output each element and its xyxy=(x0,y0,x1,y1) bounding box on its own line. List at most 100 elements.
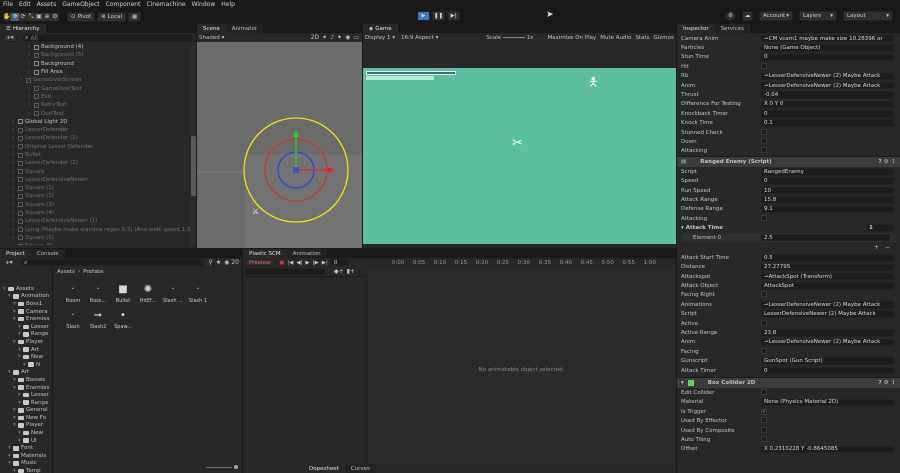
component-menu-icon[interactable]: ? ⚙ ⋮ xyxy=(879,380,896,386)
field-value[interactable]: 0 xyxy=(761,110,894,118)
hierarchy-item[interactable]: › Bullet xyxy=(0,151,196,159)
field-value[interactable]: RangedEnemy xyxy=(761,168,894,176)
tab-game[interactable]: ◈ Game xyxy=(363,24,398,33)
scene-viewport[interactable]: ⚔ xyxy=(197,42,362,248)
folder-item[interactable]: ▾ General xyxy=(0,407,52,415)
asset-item[interactable]: · Boom xyxy=(61,280,85,305)
hierarchy-item[interactable]: › GameOverText xyxy=(0,84,196,92)
folder-item[interactable]: ▾ New Fo xyxy=(0,414,52,422)
create-asset-button[interactable]: +▾ xyxy=(3,259,15,266)
field-value[interactable]: 10 xyxy=(761,186,894,195)
asset-item[interactable]: · Slash ... xyxy=(161,280,185,305)
collab-icon[interactable]: ⚙ xyxy=(725,11,736,21)
folder-item[interactable]: ▾ N xyxy=(0,361,52,369)
field-value[interactable]: AttackSpot xyxy=(761,282,894,290)
add-element-icon[interactable]: + xyxy=(874,244,879,251)
hierarchy-item[interactable]: › GameOverScreen xyxy=(0,76,196,84)
field-value[interactable]: 27.27795 xyxy=(761,263,894,272)
record-icon[interactable]: ● xyxy=(279,260,284,266)
play-button[interactable]: ▶ xyxy=(417,11,430,21)
field-value[interactable]: ⊸CM vcam1 maybe make size 10.28396 or xyxy=(761,34,894,43)
checkbox[interactable] xyxy=(761,214,767,221)
element-0-value[interactable]: 2.5 xyxy=(761,233,890,242)
display-dropdown[interactable]: Display 1 ▾ xyxy=(365,35,395,41)
add-object-button[interactable]: +▾ xyxy=(3,34,17,42)
clip-dropdown[interactable] xyxy=(245,268,325,275)
field-value[interactable]: X 0.2310228 Y -0.8645085 xyxy=(761,445,894,454)
hand-tool-icon[interactable]: ✋ xyxy=(3,13,11,21)
checkbox[interactable] xyxy=(761,388,767,395)
hierarchy-item[interactable]: › Exit xyxy=(0,93,196,101)
timeline-ruler[interactable]: 0:00 0:05 0:10 0:15 0:20 0:25 0:30 0:35 0:40 0:45… xyxy=(392,260,676,266)
menu-item-component[interactable]: Component xyxy=(106,1,141,8)
last-key-icon[interactable]: ▶| xyxy=(322,260,328,266)
hierarchy-item[interactable]: › LesserDefender (2) xyxy=(0,159,196,167)
checkbox[interactable] xyxy=(761,291,767,298)
rotate-tool-icon[interactable]: ⟳ xyxy=(19,13,27,21)
tab-dopesheet[interactable]: Dopesheet xyxy=(303,464,345,473)
checkbox[interactable] xyxy=(761,319,767,326)
next-key-icon[interactable]: |▶ xyxy=(313,260,319,266)
hierarchy-item[interactable]: › LesserDefender (1) xyxy=(0,134,196,142)
hierarchy-item[interactable]: › Original Lesser Defender xyxy=(0,143,196,151)
folder-item[interactable]: ▾ Materials xyxy=(0,452,52,460)
center-handle[interactable] xyxy=(293,167,299,173)
tab-inspector-0[interactable]: Inspector xyxy=(677,24,715,33)
folder-item[interactable]: ▾ Lesser xyxy=(0,391,52,399)
scale-tool-icon[interactable]: ⤡ xyxy=(27,13,35,21)
game-option-3[interactable]: Gizmos xyxy=(653,35,673,41)
hierarchy-item[interactable]: › LesserDefender xyxy=(0,126,196,134)
field-value[interactable]: ⊸LesserDefensiveNewer (2) Maybe Attack xyxy=(761,338,894,347)
transform-tool-icon[interactable]: ⊕ xyxy=(43,13,51,21)
checkbox[interactable] xyxy=(761,347,767,354)
camera-icon[interactable]: ▭ xyxy=(353,34,359,41)
folder-item[interactable]: ▾ Enemies xyxy=(0,315,52,323)
2d-toggle-icon[interactable]: 2D xyxy=(311,34,319,41)
folder-item[interactable]: ▾ Range xyxy=(0,399,52,407)
hierarchy-item[interactable]: › QuitText xyxy=(0,109,196,117)
component-enabled-checkbox[interactable] xyxy=(690,159,697,166)
lighting-icon[interactable]: ✶ xyxy=(322,34,327,41)
hierarchy-item[interactable]: › LesserDefensiveNewer xyxy=(0,176,196,184)
folder-item[interactable]: ▾ Player xyxy=(0,422,52,430)
checkbox[interactable] xyxy=(761,147,767,154)
field-value[interactable]: X 0 Y 0 xyxy=(761,100,894,109)
tab-project-0[interactable]: Project xyxy=(0,249,31,258)
field-value[interactable]: ⊸LesserDefensiveNewer (2) Maybe Attack xyxy=(761,81,894,90)
hierarchy-item[interactable]: › LesserDefensiveNewer (1) xyxy=(0,217,196,225)
preview-button[interactable]: Preview xyxy=(245,259,275,266)
shading-dropdown[interactable]: Shaded ▾ xyxy=(199,35,224,41)
menu-item-help[interactable]: Help xyxy=(221,1,235,8)
asset-item[interactable]: ➞ Slash2 xyxy=(86,306,110,331)
folder-item[interactable]: ▾ New xyxy=(0,353,52,361)
hierarchy-item[interactable]: › Background (5) xyxy=(0,51,196,59)
hierarchy-item[interactable]: › RetryText xyxy=(0,101,196,109)
hierarchy-search-input[interactable]: ⌕ All xyxy=(22,34,193,42)
move-tool-icon[interactable]: ✥ xyxy=(11,12,19,21)
breadcrumb-prefabs[interactable]: Prefabs xyxy=(83,269,103,275)
zoom-slider[interactable] xyxy=(206,465,238,469)
field-value[interactable]: 9.1 xyxy=(761,205,894,214)
play-anim-icon[interactable]: ▶ xyxy=(305,260,309,266)
hierarchy-item[interactable]: › Square (4) xyxy=(0,209,196,217)
aspect-dropdown[interactable]: 16:9 Aspect ▾ xyxy=(401,35,438,41)
field-value[interactable]: None (Game Object) xyxy=(761,44,894,52)
hierarchy-item[interactable]: › Square (3) xyxy=(0,201,196,209)
checkbox[interactable] xyxy=(761,426,767,433)
add-key-icon[interactable]: ◆+ xyxy=(334,268,344,275)
prev-key-icon[interactable]: ◀| xyxy=(296,260,302,266)
breadcrumb-assets[interactable]: Assets xyxy=(57,269,75,275)
layout-dropdown[interactable]: Layout ▾ xyxy=(843,11,893,21)
box-collider-header[interactable]: ▾ Box Collider 2D ? ⚙ ⋮ xyxy=(677,377,900,389)
project-search-input[interactable]: ⌕ xyxy=(21,259,205,266)
scale-slider[interactable] xyxy=(502,37,525,38)
component-menu-icon[interactable]: ? ⚙ ⋮ xyxy=(879,159,896,165)
hidden-objects-icon[interactable]: ◉ xyxy=(345,34,350,41)
hierarchy-item[interactable]: › Background (4) xyxy=(0,43,196,51)
attack-time-size-value[interactable]: 1 xyxy=(866,224,894,232)
filter-icon[interactable]: ⚲ xyxy=(208,259,212,266)
tab-animation-0[interactable]: Plastic SCM xyxy=(243,249,287,258)
checkbox[interactable] xyxy=(761,128,767,135)
folder-item[interactable]: ▾ Bosses xyxy=(0,376,52,384)
pivot-button[interactable]: ⊙ Pivot xyxy=(67,11,96,22)
